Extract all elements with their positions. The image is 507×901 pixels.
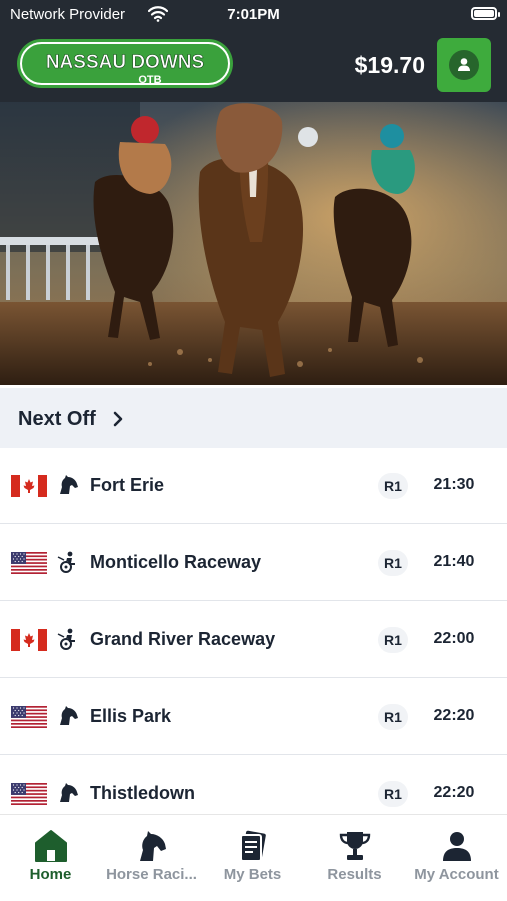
race-time: 22:20: [433, 784, 475, 801]
person-icon: [440, 829, 474, 863]
race-venue: Thistledown: [90, 783, 195, 803]
horse-head-icon: [56, 704, 80, 728]
hero-banner: [0, 102, 507, 385]
horse-head-icon: [56, 781, 80, 805]
race-time: 22:00: [433, 630, 475, 647]
harness-icon: [56, 550, 80, 574]
race-time: 21:40: [433, 553, 475, 570]
race-time: 21:30: [433, 476, 475, 493]
home-icon: [34, 829, 68, 863]
nav-results[interactable]: Results: [304, 815, 405, 901]
status-bar: Network Provider 7:01PM: [0, 0, 507, 30]
race-number: R1: [378, 781, 408, 807]
account-button[interactable]: [437, 38, 491, 92]
race-row[interactable]: Monticello Raceway R1 21:40: [0, 525, 507, 601]
usa-flag-icon: [11, 783, 47, 805]
horse-head-icon: [135, 829, 169, 863]
bet-slip-icon: [236, 829, 270, 863]
battery-icon: [471, 7, 500, 20]
nav-my-account[interactable]: My Account: [406, 815, 507, 901]
logo-text: NASSAU DOWNS: [46, 52, 204, 73]
nav-label: Home: [29, 866, 72, 883]
horse-head-icon: [56, 473, 80, 497]
race-venue: Monticello Raceway: [90, 552, 262, 572]
nav-label: My Bets: [223, 866, 282, 883]
chevron-right-icon: [113, 411, 123, 427]
race-venue: Grand River Raceway: [90, 629, 276, 649]
race-venue: Ellis Park: [90, 706, 172, 726]
usa-flag-icon: [11, 706, 47, 728]
race-row[interactable]: Ellis Park R1 22:20: [0, 679, 507, 755]
race-row[interactable]: Grand River Raceway R1 22:00: [0, 602, 507, 678]
horse-racing-photo: [0, 102, 507, 385]
user-icon: [449, 50, 479, 80]
race-row[interactable]: Fort Erie R1 21:30: [0, 448, 507, 524]
race-venue: Fort Erie: [90, 475, 165, 495]
bottom-nav: Home Horse Raci... My Bets Results My Ac…: [0, 814, 507, 901]
nav-my-bets[interactable]: My Bets: [202, 815, 303, 901]
nav-label: Horse Raci...: [106, 866, 197, 883]
race-number: R1: [378, 627, 408, 653]
logo-subtext: OTB: [138, 74, 161, 86]
next-off-title: Next Off: [18, 408, 96, 430]
usa-flag-icon: [11, 552, 47, 574]
canada-flag-icon: [11, 629, 47, 651]
race-row[interactable]: Thistledown R1 22:20: [0, 756, 507, 814]
race-number: R1: [378, 550, 408, 576]
race-time: 22:20: [433, 707, 475, 724]
trophy-icon: [338, 829, 372, 863]
status-time: 7:01PM: [227, 6, 280, 23]
app-header: Network Provider 7:01PM NASSAU DOWNS OTB…: [0, 0, 507, 102]
next-off-header[interactable]: Next Off: [0, 388, 507, 448]
race-number: R1: [378, 473, 408, 499]
brand-logo[interactable]: NASSAU DOWNS OTB: [16, 38, 234, 89]
nav-home[interactable]: Home: [0, 815, 101, 901]
harness-icon: [56, 627, 80, 651]
account-balance[interactable]: $19.70: [355, 52, 425, 79]
canada-flag-icon: [11, 475, 47, 497]
nav-label: My Account: [414, 866, 499, 883]
nav-label: Results: [327, 866, 382, 883]
nav-horse-racing[interactable]: Horse Raci...: [101, 815, 202, 901]
race-number: R1: [378, 704, 408, 730]
